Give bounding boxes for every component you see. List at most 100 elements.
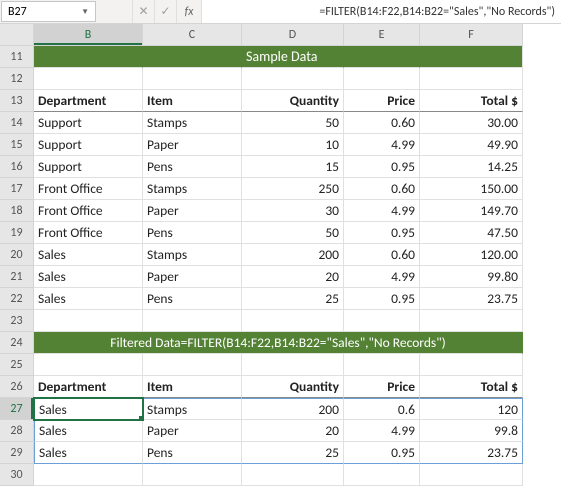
cell[interactable] (420, 354, 523, 376)
cell[interactable]: 23.75 (420, 442, 523, 464)
row-head[interactable]: 15 (0, 134, 34, 156)
active-cell[interactable]: Sales (34, 398, 143, 420)
cell[interactable]: 99.80 (420, 266, 523, 288)
cell[interactable] (242, 68, 344, 90)
header-qty[interactable]: Quantity (242, 376, 344, 398)
cell[interactable]: Stamps (143, 398, 242, 420)
cell[interactable] (143, 464, 242, 486)
row-head[interactable]: 16 (0, 156, 34, 178)
row-head[interactable]: 18 (0, 200, 34, 222)
row-head[interactable]: 22 (0, 288, 34, 310)
cell[interactable] (344, 464, 420, 486)
cell[interactable]: 0.6 (344, 398, 420, 420)
row-head[interactable]: 20 (0, 244, 34, 266)
row-head[interactable]: 23 (0, 310, 34, 332)
cell[interactable] (242, 310, 344, 332)
cell[interactable]: 25 (242, 288, 344, 310)
row-head[interactable]: 27 (0, 398, 34, 420)
cell[interactable]: Support (34, 156, 143, 178)
row-head[interactable]: 29 (0, 442, 34, 464)
sample-data-title[interactable]: Sample Data (242, 46, 344, 68)
cell[interactable]: 50 (242, 112, 344, 134)
col-head-f[interactable]: F (420, 24, 523, 46)
cell[interactable]: Stamps (143, 244, 242, 266)
cell[interactable] (143, 68, 242, 90)
cell[interactable] (420, 464, 523, 486)
cell[interactable] (34, 464, 143, 486)
cell[interactable] (143, 46, 242, 68)
cell[interactable] (34, 354, 143, 376)
cell[interactable] (34, 310, 143, 332)
cell[interactable] (420, 46, 523, 68)
cell[interactable]: Sales (34, 442, 143, 464)
cell[interactable] (344, 68, 420, 90)
cell[interactable]: Pens (143, 156, 242, 178)
cell[interactable] (420, 68, 523, 90)
select-all-corner[interactable] (0, 24, 34, 46)
cell[interactable] (143, 310, 242, 332)
chevron-down-icon[interactable]: ▼ (81, 7, 89, 17)
cell[interactable]: 47.50 (420, 222, 523, 244)
cell[interactable]: 25 (242, 442, 344, 464)
row-head[interactable]: 14 (0, 112, 34, 134)
cell[interactable]: Sales (34, 288, 143, 310)
cell[interactable]: Front Office (34, 200, 143, 222)
cell[interactable]: Paper (143, 266, 242, 288)
cell[interactable]: 200 (242, 398, 344, 420)
header-qty[interactable]: Quantity (242, 90, 344, 112)
header-item[interactable]: Item (143, 376, 242, 398)
cell[interactable]: 0.95 (344, 288, 420, 310)
cell[interactable]: 15 (242, 156, 344, 178)
row-head[interactable]: 26 (0, 376, 34, 398)
cell[interactable]: Front Office (34, 222, 143, 244)
header-total[interactable]: Total $ (420, 376, 523, 398)
cell[interactable]: Pens (143, 288, 242, 310)
cell[interactable]: Paper (143, 134, 242, 156)
header-dept[interactable]: Department (34, 90, 143, 112)
cell[interactable] (344, 46, 420, 68)
cell[interactable]: 0.60 (344, 244, 420, 266)
row-head[interactable]: 30 (0, 464, 34, 486)
spreadsheet-grid[interactable]: B C D E F 11 Sample Data 12 13 Departmen… (0, 24, 561, 486)
header-total[interactable]: Total $ (420, 90, 523, 112)
row-head[interactable]: 28 (0, 420, 34, 442)
cell[interactable] (242, 354, 344, 376)
cell[interactable]: Front Office (34, 178, 143, 200)
cell[interactable]: Sales (34, 244, 143, 266)
cell[interactable]: Paper (143, 200, 242, 222)
row-head[interactable]: 21 (0, 266, 34, 288)
row-head[interactable]: 19 (0, 222, 34, 244)
cell[interactable]: 120.00 (420, 244, 523, 266)
cell[interactable]: 0.95 (344, 442, 420, 464)
header-item[interactable]: Item (143, 90, 242, 112)
cell[interactable]: 150.00 (420, 178, 523, 200)
cell[interactable]: 49.90 (420, 134, 523, 156)
row-head[interactable]: 11 (0, 46, 34, 68)
row-head[interactable]: 17 (0, 178, 34, 200)
col-head-d[interactable]: D (242, 24, 344, 46)
header-dept[interactable]: Department (34, 376, 143, 398)
row-head[interactable]: 13 (0, 90, 34, 112)
cell[interactable]: Support (34, 134, 143, 156)
name-box[interactable]: B27 ▼ (1, 1, 96, 22)
formula-bar[interactable]: =FILTER(B14:F22,B14:B22="Sales","No Reco… (202, 0, 561, 23)
cell[interactable]: Pens (143, 442, 242, 464)
cell[interactable] (34, 68, 143, 90)
cell[interactable]: 99.8 (420, 420, 523, 442)
cell[interactable]: 30 (242, 200, 344, 222)
fx-icon[interactable]: fx (176, 0, 202, 23)
cell[interactable] (344, 354, 420, 376)
header-price[interactable]: Price (344, 376, 420, 398)
cell[interactable]: 0.60 (344, 178, 420, 200)
cell[interactable]: Stamps (143, 178, 242, 200)
cell[interactable]: 50 (242, 222, 344, 244)
cell[interactable]: 4.99 (344, 134, 420, 156)
cell[interactable]: 200 (242, 244, 344, 266)
cell[interactable] (143, 354, 242, 376)
cell[interactable]: Sales (34, 266, 143, 288)
cell[interactable]: Sales (34, 420, 143, 442)
cell[interactable]: Support (34, 112, 143, 134)
row-head[interactable]: 25 (0, 354, 34, 376)
cell[interactable] (242, 464, 344, 486)
cell[interactable]: 4.99 (344, 200, 420, 222)
